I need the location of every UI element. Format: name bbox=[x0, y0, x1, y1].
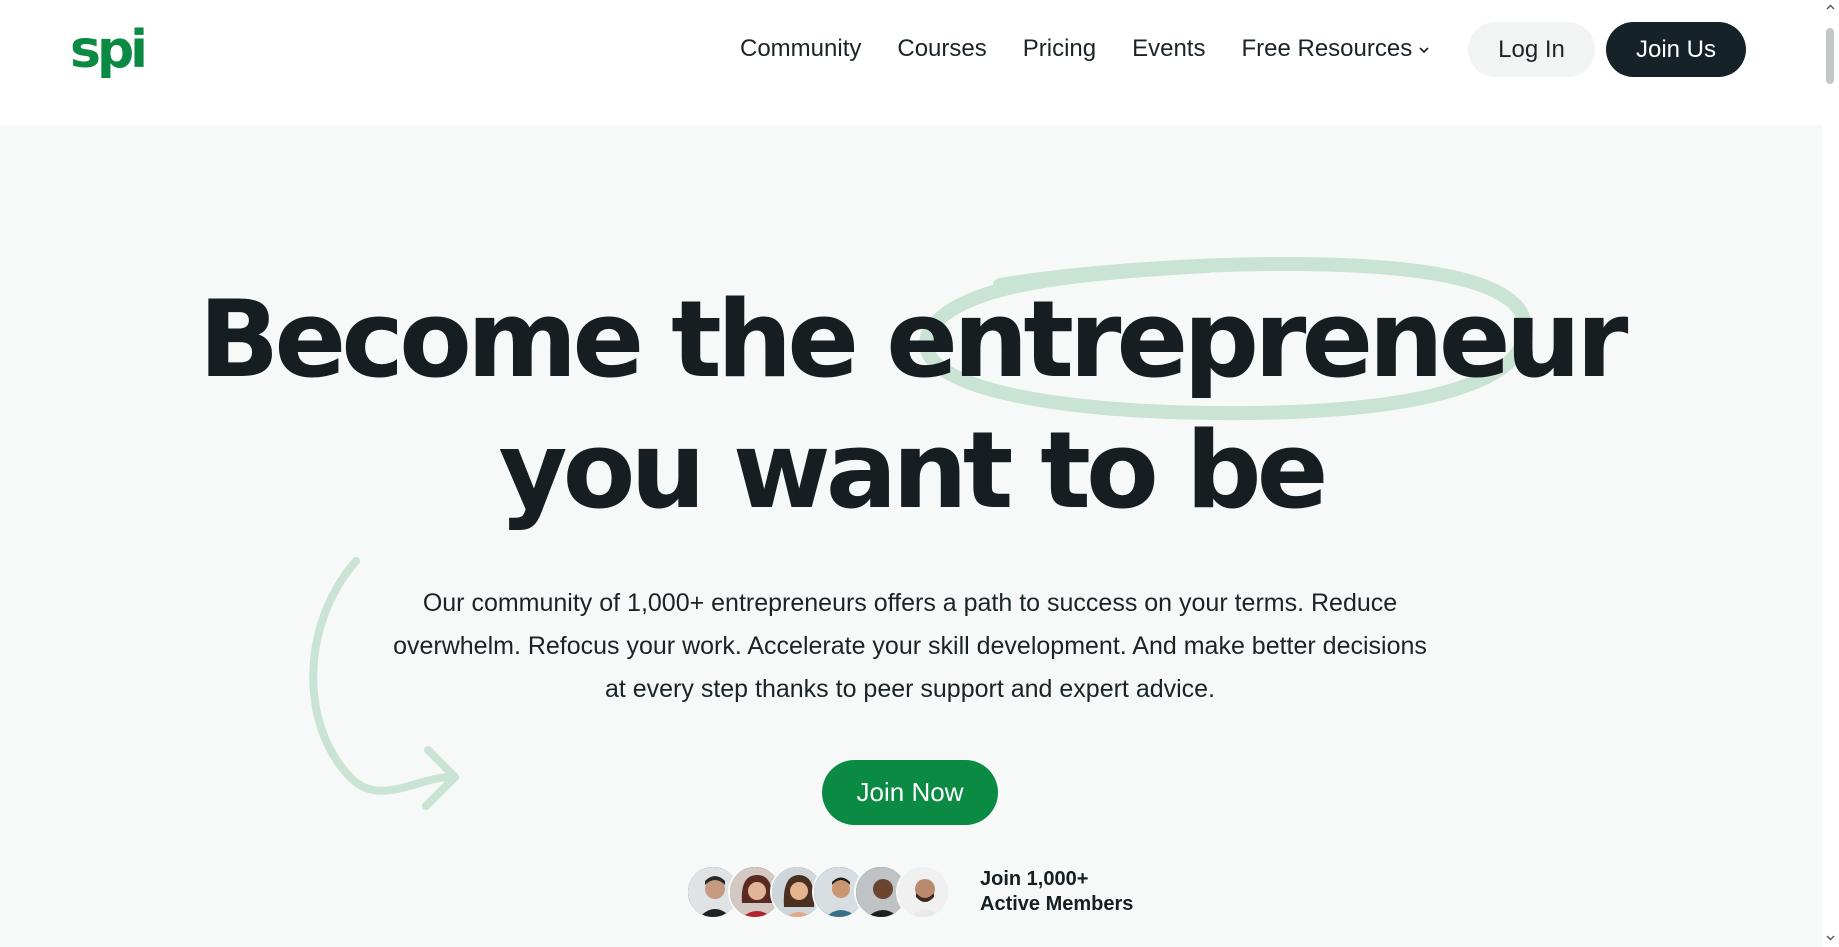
hero-headline-line1: Become the entrepreneur bbox=[198, 278, 1629, 401]
hero-description: Our community of 1,000+ entrepreneurs of… bbox=[393, 589, 1427, 703]
hero-section: Become the entrepreneur you want to be O… bbox=[0, 125, 1822, 947]
avatar bbox=[896, 865, 950, 919]
nav-courses-label: Courses bbox=[897, 35, 987, 62]
chevron-down-icon bbox=[1419, 47, 1429, 54]
members-count-label: Join 1,000+ Active Members bbox=[980, 867, 1133, 917]
nav-free-resources[interactable]: Free Resources bbox=[1241, 35, 1430, 63]
nav-community[interactable]: Community bbox=[740, 35, 861, 63]
members-line1: Join 1,000+ bbox=[980, 868, 1089, 890]
main-nav: Community Courses Pricing Events Free Re… bbox=[740, 26, 1430, 72]
nav-courses[interactable]: Courses bbox=[897, 35, 986, 63]
members-line2: Active Members bbox=[980, 893, 1134, 915]
nav-free-resources-label: Free Resources bbox=[1241, 35, 1413, 62]
page: spi Community Courses Pricing Events Fre… bbox=[0, 0, 1822, 947]
logo-text: spi bbox=[70, 20, 148, 80]
nav-pricing-label: Pricing bbox=[1022, 35, 1097, 62]
spi-logo[interactable]: spi bbox=[70, 18, 154, 80]
login-button[interactable]: Log In bbox=[1468, 22, 1595, 77]
nav-events[interactable]: Events bbox=[1132, 35, 1205, 63]
member-avatars bbox=[686, 865, 956, 921]
scrollbar-thumb[interactable] bbox=[1826, 28, 1834, 84]
hero-headline-line2: you want to be bbox=[498, 409, 1329, 532]
nav-community-label: Community bbox=[740, 35, 862, 62]
nav-pricing[interactable]: Pricing bbox=[1023, 35, 1096, 63]
site-header: spi Community Courses Pricing Events Fre… bbox=[0, 0, 1822, 125]
nav-events-label: Events bbox=[1132, 35, 1206, 62]
vertical-scrollbar[interactable] bbox=[1822, 0, 1839, 947]
scroll-up-arrow[interactable] bbox=[1825, 2, 1836, 13]
join-us-button[interactable]: Join Us bbox=[1606, 22, 1746, 77]
join-now-button[interactable]: Join Now bbox=[822, 760, 998, 825]
scroll-down-arrow[interactable] bbox=[1825, 932, 1836, 943]
